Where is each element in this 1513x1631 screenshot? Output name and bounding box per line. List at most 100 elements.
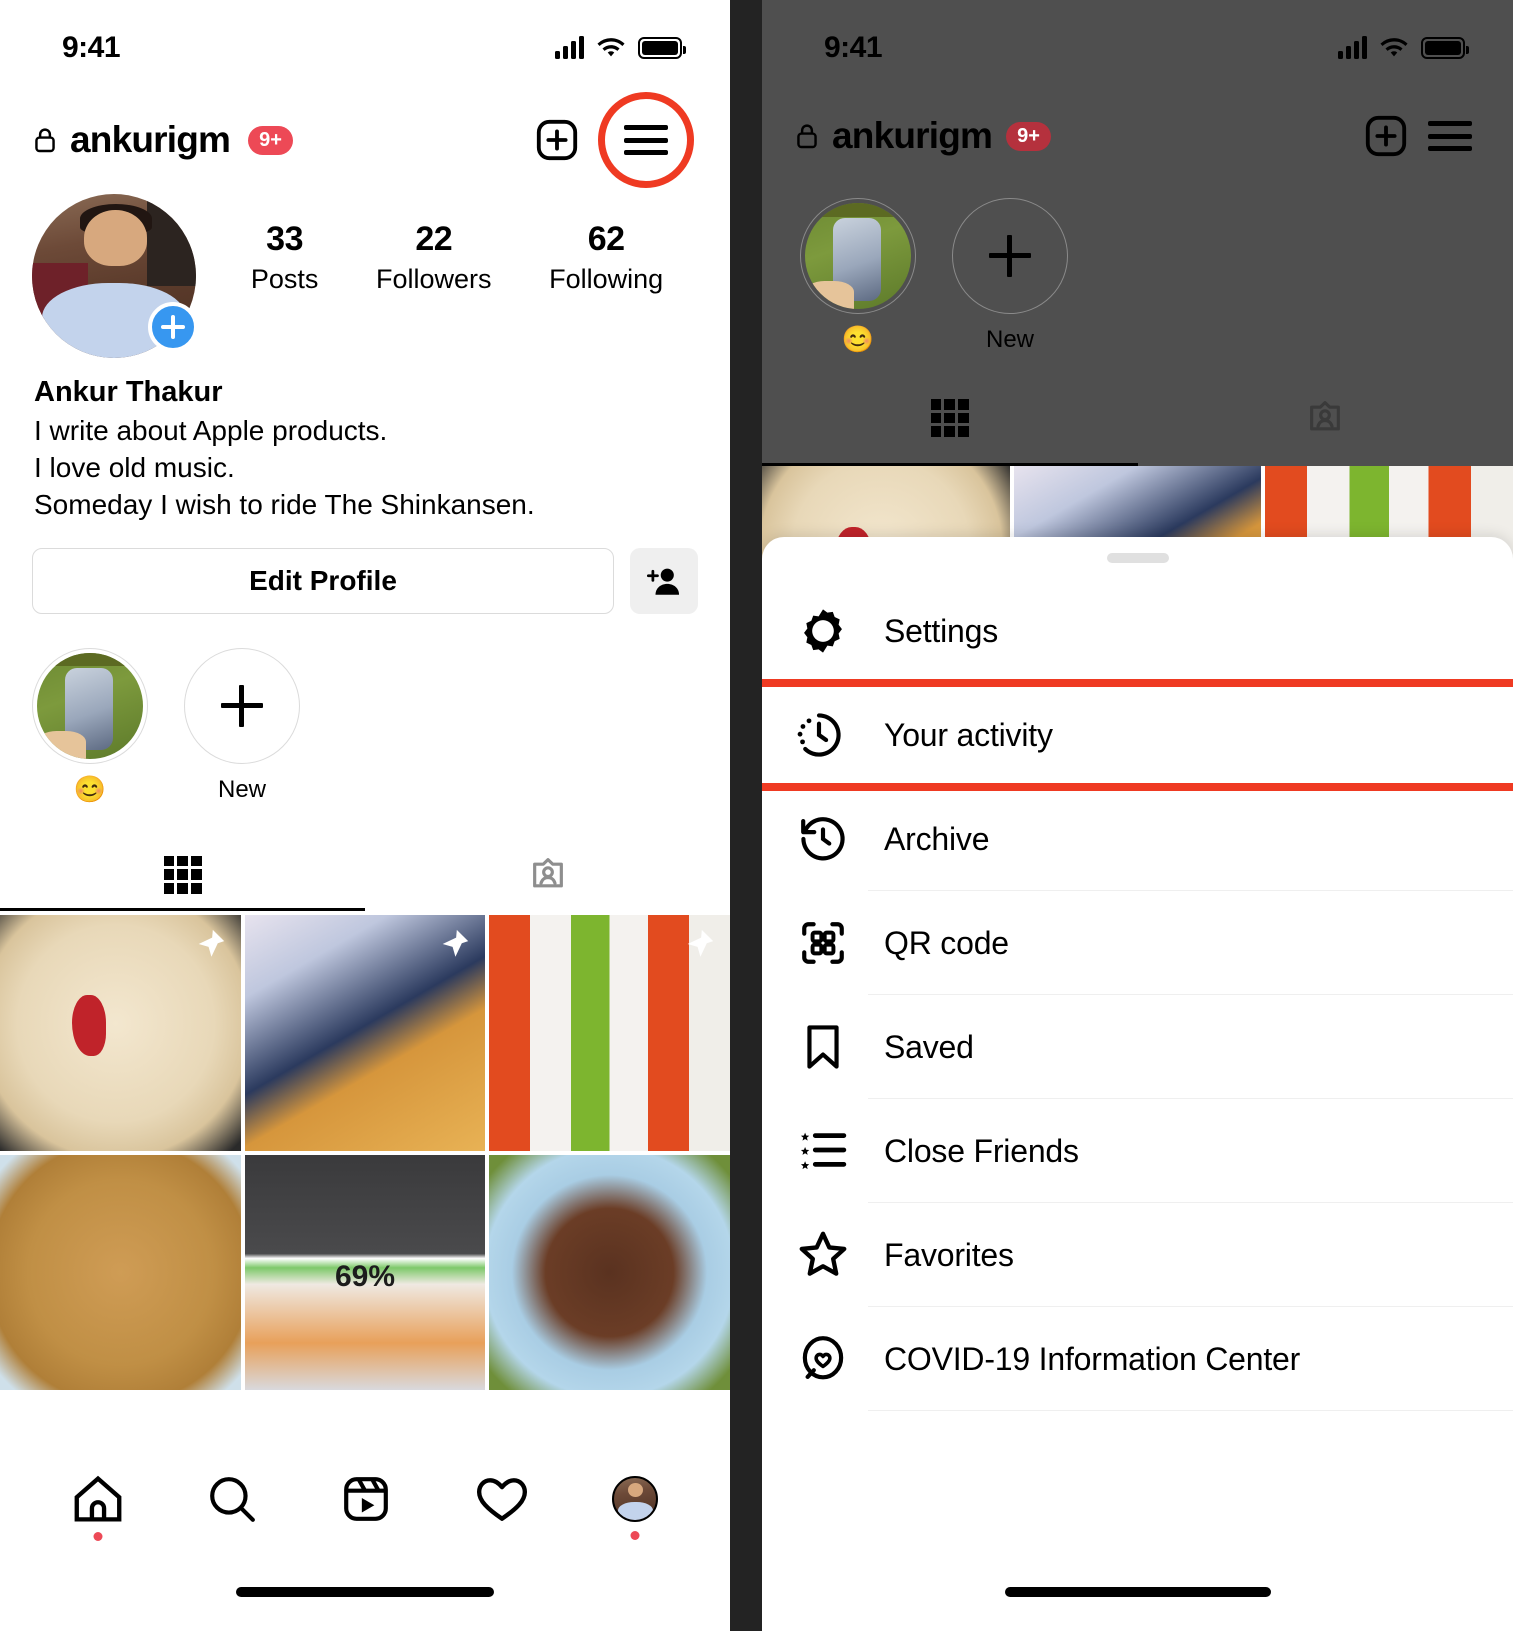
menu-item-label: Settings: [884, 612, 999, 649]
display-name: Ankur Thakur: [34, 376, 223, 408]
menu-item-favorites[interactable]: Favorites: [762, 1203, 1513, 1307]
drag-handle[interactable]: [1106, 553, 1169, 563]
grid-icon: [163, 855, 202, 894]
story-highlights: 😊 New: [0, 614, 730, 805]
menu-item-label: Favorites: [884, 1236, 1014, 1273]
menu-item-close-friends[interactable]: Close Friends: [762, 1099, 1513, 1203]
grid-cell-2[interactable]: [489, 914, 730, 1151]
grid-icon: [930, 399, 969, 437]
tab-grid[interactable]: [762, 385, 1138, 451]
left-phone-screen: 9:41 ankurigm 9+ 33 Posts 22 Followers 6…: [0, 0, 730, 1631]
status-bar: 9:41: [762, 0, 1513, 96]
hamburger-menu-icon[interactable]: [1427, 113, 1473, 159]
menu-item-saved[interactable]: Saved: [762, 995, 1513, 1099]
cellular-bars-icon: [555, 36, 584, 59]
wifi-icon: [597, 38, 625, 57]
grid-cell-4[interactable]: 69%: [244, 1154, 486, 1391]
status-bar-time: 9:41: [62, 31, 121, 64]
your-activity-clock-icon: [792, 710, 846, 760]
profile-header: ankurigm 9+: [0, 92, 730, 188]
highlight-item-new[interactable]: New: [952, 198, 1068, 355]
avatar[interactable]: [32, 194, 198, 358]
header-actions: [1363, 113, 1473, 159]
menu-item-settings[interactable]: Settings: [762, 579, 1513, 683]
bio-section: Ankur Thakur I write about Apple product…: [0, 358, 730, 524]
edit-profile-button[interactable]: Edit Profile: [32, 547, 614, 614]
plus-square-icon[interactable]: [534, 117, 580, 163]
menu-item-your-activity[interactable]: Your activity: [762, 679, 1513, 791]
nav-profile[interactable]: [612, 1476, 659, 1540]
lock-icon: [797, 124, 817, 149]
hamburger-menu-button[interactable]: [598, 92, 694, 188]
nav-home[interactable]: [72, 1475, 124, 1541]
stat-label: Posts: [250, 264, 319, 294]
nav-search[interactable]: [207, 1474, 257, 1524]
grid-cell-1[interactable]: [244, 914, 486, 1151]
notification-badge: 9+: [1006, 121, 1051, 151]
menu-item-qr-code[interactable]: QR code: [762, 891, 1513, 995]
plus-circle-icon[interactable]: [148, 302, 198, 352]
pin-icon: [198, 929, 224, 957]
menu-bottom-sheet: Settings Your activity Archive QR code S…: [762, 537, 1513, 1631]
tab-tagged[interactable]: [365, 839, 730, 911]
username-group[interactable]: ankurigm 9+: [796, 115, 1051, 157]
dual-phone-screenshot: 9:41 ankurigm 9+ 33 Posts 22 Followers 6…: [0, 0, 1513, 1631]
grid-cell-5[interactable]: [489, 1154, 730, 1391]
highlight-ring: [800, 198, 916, 314]
profile-avatar-icon: [612, 1476, 659, 1522]
plus-icon: [989, 235, 1031, 277]
stat-posts[interactable]: 33 Posts: [251, 220, 319, 295]
tab-tagged[interactable]: [1138, 385, 1513, 451]
pin-icon: [442, 929, 469, 957]
cellular-bars-icon: [1338, 36, 1367, 59]
menu-item-label: Saved: [884, 1028, 974, 1065]
notification-badge: 9+: [248, 125, 293, 155]
battery-icon: [1421, 37, 1469, 59]
story-highlights: 😊 New: [762, 176, 1513, 355]
bookmark-icon: [796, 1022, 850, 1072]
nav-dot: [93, 1532, 103, 1541]
menu-item-archive[interactable]: Archive: [762, 787, 1513, 891]
bio-line-1: I write about Apple products.: [34, 415, 388, 446]
nav-dot: [630, 1531, 640, 1540]
status-bar-icons: [1338, 36, 1469, 59]
tagged-person-icon: [1310, 401, 1341, 431]
close-friends-list-icon: [796, 1126, 850, 1176]
profile-stats-row: 33 Posts 22 Followers 62 Following: [0, 184, 730, 358]
person-add-button[interactable]: [630, 547, 698, 614]
username-group[interactable]: ankurigm 9+: [34, 119, 293, 161]
right-phone-screen: 9:41 ankurigm 9+ 😊 New Settings Your act…: [730, 0, 1513, 1631]
stat-value: 22: [415, 220, 453, 258]
highlight-item-0[interactable]: 😊: [800, 198, 916, 355]
menu-item-covid-info[interactable]: COVID-19 Information Center: [762, 1307, 1513, 1411]
highlight-item-new[interactable]: New: [184, 647, 300, 805]
stat-label: Following: [549, 264, 664, 294]
bio-line-3: Someday I wish to ride The Shinkansen.: [34, 489, 535, 521]
grid-cell-0[interactable]: [0, 914, 241, 1151]
stat-following[interactable]: 62 Following: [549, 220, 663, 295]
status-bar-icons: [555, 36, 686, 59]
plus-square-icon[interactable]: [1363, 113, 1409, 159]
status-bar-time: 9:41: [824, 31, 883, 64]
person-add-icon: [647, 568, 680, 595]
nav-activity[interactable]: [475, 1475, 529, 1523]
highlight-item-0[interactable]: 😊: [32, 647, 148, 805]
star-icon: [796, 1229, 850, 1281]
menu-list: Settings Your activity Archive QR code S…: [762, 579, 1513, 1411]
grid-cell-label: 69%: [334, 1260, 396, 1294]
stat-value: 62: [587, 220, 625, 258]
status-bar: 9:41: [0, 0, 730, 96]
highlight-label: 😊: [841, 324, 875, 354]
tab-grid[interactable]: [0, 839, 365, 911]
dimmed-profile-overlay: 9:41 ankurigm 9+ 😊 New: [762, 0, 1513, 466]
nav-reels[interactable]: [341, 1474, 391, 1524]
lock-icon: [35, 128, 55, 153]
new-highlight-ring: [952, 198, 1068, 314]
profile-tabs: [762, 385, 1513, 466]
menu-item-label: QR code: [884, 924, 1009, 961]
plus-icon: [221, 684, 263, 727]
grid-cell-3[interactable]: [0, 1154, 241, 1391]
qr-code-icon: [796, 918, 850, 968]
home-indicator: [1004, 1587, 1271, 1597]
stat-followers[interactable]: 22 Followers: [376, 220, 492, 295]
